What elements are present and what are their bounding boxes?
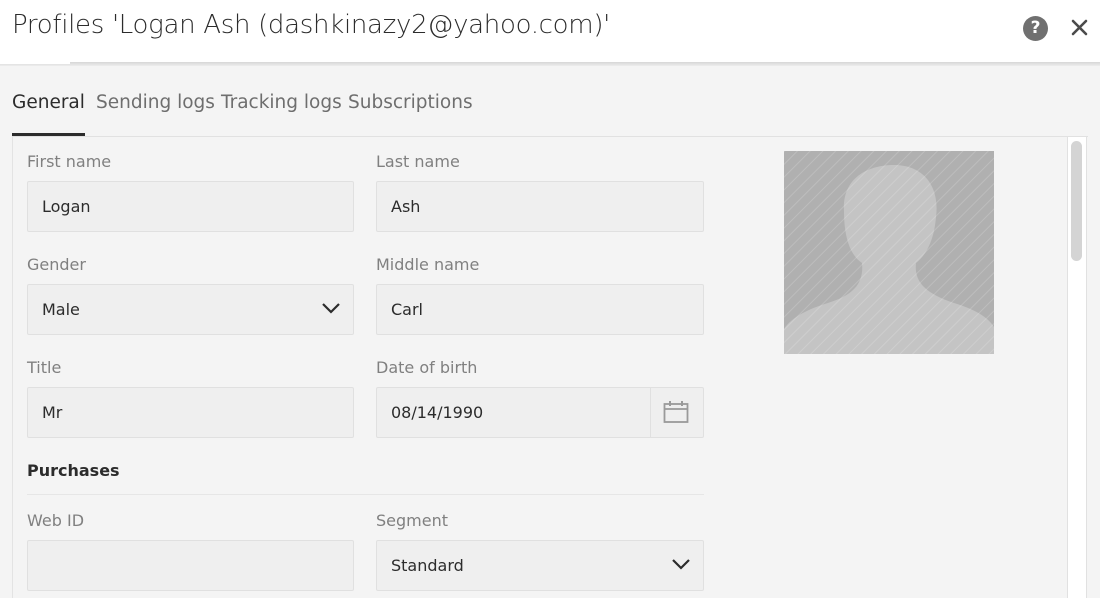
middle-name-field[interactable]: Carl — [376, 284, 704, 335]
profile-silhouette-icon[interactable] — [784, 151, 994, 354]
section-divider — [27, 494, 704, 495]
last-name-field[interactable]: Ash — [376, 181, 704, 232]
calendar-divider — [650, 388, 651, 437]
last-name-label: Last name — [376, 152, 460, 171]
segment-value: Standard — [391, 556, 464, 575]
scrollbar-thumb[interactable] — [1071, 141, 1082, 261]
dialog-title: Profiles 'Logan Ash (dashkinazy2@yahoo.c… — [12, 10, 611, 40]
help-icon[interactable]: ? — [1023, 16, 1048, 41]
purchases-section-title: Purchases — [27, 461, 120, 480]
title-label: Title — [27, 358, 62, 377]
date-of-birth-value: 08/14/1990 — [391, 403, 484, 422]
tab-general[interactable]: General — [12, 92, 85, 136]
close-icon[interactable] — [1067, 14, 1093, 42]
gender-label: Gender — [27, 255, 86, 274]
date-of-birth-field[interactable]: 08/14/1990 — [376, 387, 704, 438]
segment-select[interactable]: Standard — [376, 540, 704, 591]
tab-sending-logs[interactable]: Sending logs — [96, 92, 215, 136]
tab-subscriptions[interactable]: Subscriptions — [348, 92, 473, 136]
gender-value: Male — [42, 300, 80, 319]
gender-select[interactable]: Male — [27, 284, 354, 335]
chevron-down-icon — [322, 303, 340, 314]
title-field[interactable]: Mr — [27, 387, 354, 438]
first-name-field[interactable]: Logan — [27, 181, 354, 232]
title-bar: Profiles 'Logan Ash (dashkinazy2@yahoo.c… — [0, 0, 1100, 62]
date-of-birth-label: Date of birth — [376, 358, 478, 377]
calendar-icon[interactable] — [663, 400, 689, 424]
web-id-label: Web ID — [27, 511, 85, 530]
middle-name-label: Middle name — [376, 255, 480, 274]
title-bar-notch — [0, 62, 70, 64]
segment-label: Segment — [376, 511, 448, 530]
first-name-label: First name — [27, 152, 112, 171]
web-id-field[interactable] — [27, 540, 354, 591]
chevron-down-icon — [672, 559, 690, 570]
tab-tracking-logs[interactable]: Tracking logs — [221, 92, 342, 136]
title-bar-shadow — [0, 62, 1100, 66]
